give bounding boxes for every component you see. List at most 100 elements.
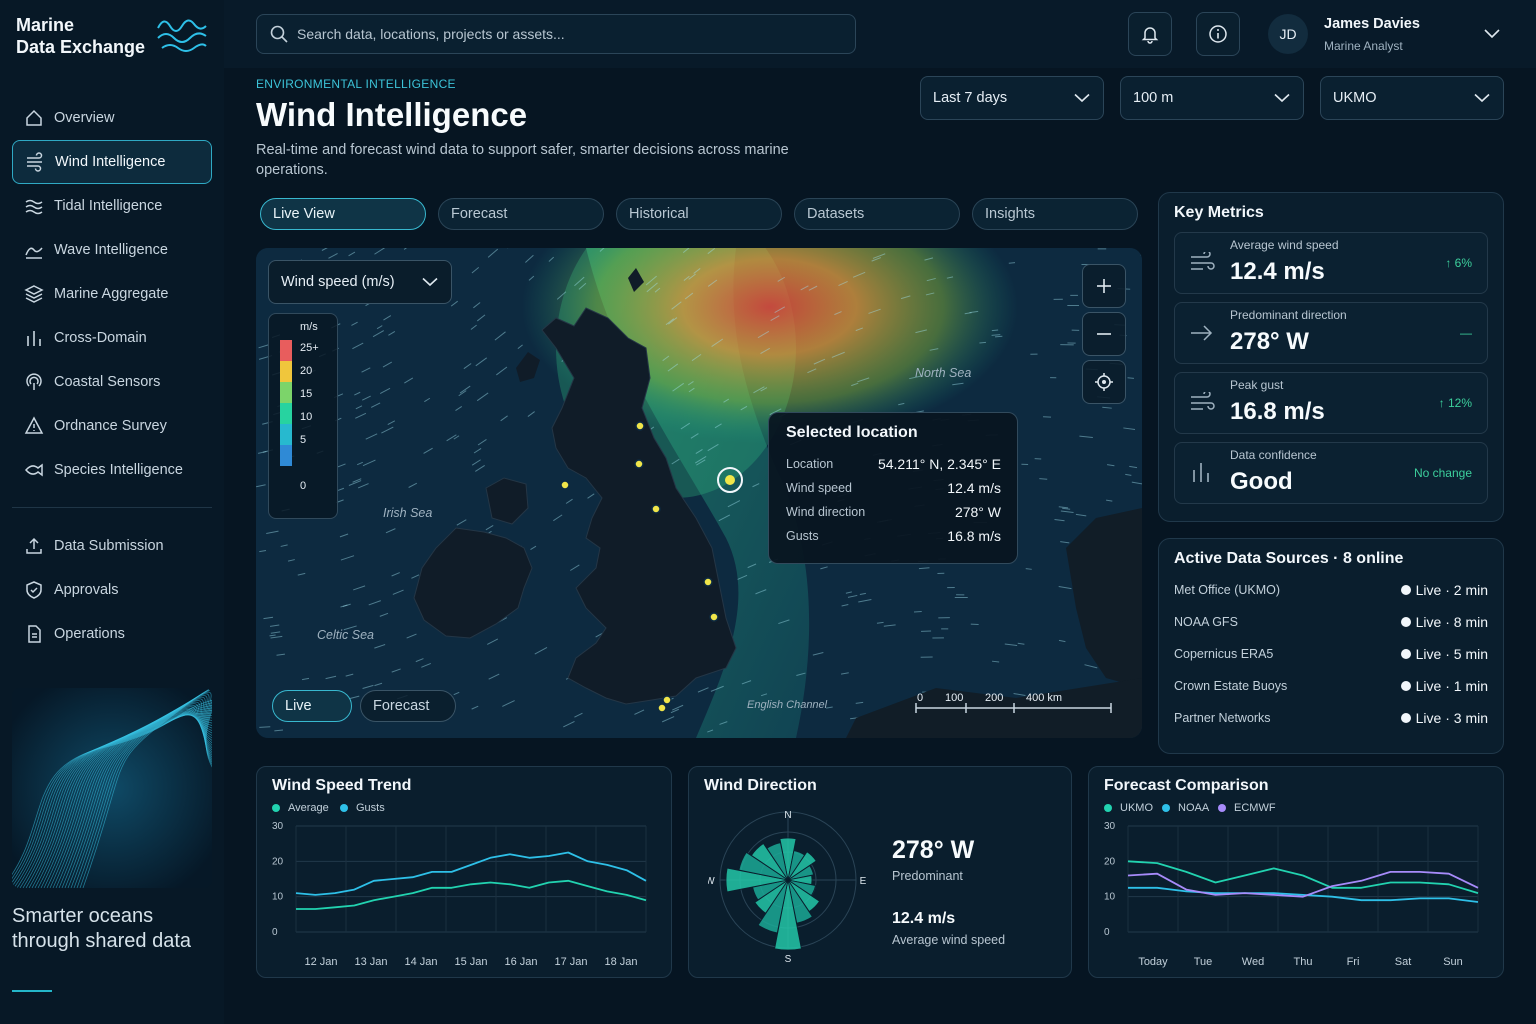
- search-input[interactable]: [297, 26, 837, 42]
- sidebar-item-cross-domain[interactable]: Cross-Domain: [12, 316, 212, 360]
- locate-button[interactable]: [1082, 360, 1126, 404]
- source-name[interactable]: NOAA GFS: [1174, 615, 1238, 629]
- forecast-comparison-chart[interactable]: 0 10 20 30: [1088, 816, 1504, 946]
- legend-item-ecmwf: ECMWF: [1218, 802, 1276, 814]
- chart-title: Wind Direction: [704, 777, 817, 794]
- sidebar-item-wind-intelligence[interactable]: Wind Intelligence: [12, 140, 212, 184]
- y-tick-label: 10: [272, 892, 284, 903]
- source-select[interactable]: UKMO: [1320, 76, 1504, 120]
- tab-live-view[interactable]: Live View: [260, 198, 426, 230]
- data-sources-title: Active Data Sources · 8 online: [1174, 550, 1404, 567]
- arrow-right-icon: [1191, 325, 1213, 341]
- map-layer-select[interactable]: Wind speed (m/s): [268, 260, 452, 304]
- sidebar-item-approvals[interactable]: Approvals: [12, 568, 212, 612]
- compass-w: W: [708, 876, 715, 887]
- period-select-value: Last 7 days: [933, 90, 1008, 106]
- tooltip-key: Wind direction: [786, 505, 866, 519]
- y-tick-label: 30: [272, 821, 284, 832]
- height-select-value: 100 m: [1133, 90, 1174, 106]
- chart-title: Wind Speed Trend: [272, 777, 412, 794]
- sidebar-item-coastal-sensors[interactable]: Coastal Sensors: [12, 360, 212, 404]
- warning-icon: [24, 416, 44, 434]
- status-dot: [1400, 585, 1411, 595]
- sidebar-item-label: Tidal Intelligence: [54, 198, 163, 214]
- map-mode-live[interactable]: Live: [272, 690, 352, 722]
- brand-name[interactable]: Marine Data Exchange: [16, 14, 145, 58]
- legend-color-scale: [280, 340, 292, 466]
- layers-icon: [24, 285, 44, 303]
- tab-insights[interactable]: Insights: [972, 198, 1138, 230]
- x-tick-label: Sun: [1443, 956, 1463, 968]
- status-dot: [1400, 713, 1411, 723]
- period-select[interactable]: Last 7 days: [920, 76, 1104, 120]
- info-button[interactable]: [1196, 12, 1240, 56]
- sidebar-item-species-intelligence[interactable]: Species Intelligence: [12, 448, 212, 492]
- legend-item-average: Average: [272, 802, 329, 814]
- height-select[interactable]: 100 m: [1120, 76, 1304, 120]
- source-status-text: Live · 3 min: [1415, 710, 1488, 726]
- chevron-down-icon: [1074, 93, 1090, 103]
- ocean-wave-image: [12, 688, 212, 888]
- chart-title: Forecast Comparison: [1104, 777, 1269, 794]
- predominant-direction-label: Predominant: [892, 869, 963, 883]
- page-subtitle: Real-time and forecast wind data to supp…: [256, 142, 789, 178]
- metric-label: Average wind speed: [1230, 238, 1339, 252]
- antenna-icon: [26, 373, 42, 390]
- home-icon: [26, 109, 42, 126]
- sidebar-item-marine-aggregate[interactable]: Marine Aggregate: [12, 272, 212, 316]
- bar-chart-icon: [27, 331, 41, 346]
- notifications-button[interactable]: [1128, 12, 1172, 56]
- sidebar-item-tidal-intelligence[interactable]: Tidal Intelligence: [12, 184, 212, 228]
- sidebar-item-label: Ordnance Survey: [54, 418, 167, 434]
- plus-icon: [1097, 279, 1111, 293]
- sidebar-item-data-submission[interactable]: Data Submission: [12, 524, 212, 568]
- zoom-in-button[interactable]: [1082, 264, 1126, 308]
- search-bar[interactable]: [256, 14, 856, 54]
- wind-speed-trend-chart[interactable]: 0 10 20 30: [256, 816, 672, 946]
- sidebar-item-wave-intelligence[interactable]: Wave Intelligence: [12, 228, 212, 272]
- wave-icon: [25, 247, 43, 259]
- sidebar-item-operations[interactable]: Operations: [12, 612, 212, 656]
- chevron-down-icon: [422, 277, 438, 287]
- minus-icon: [1097, 333, 1111, 335]
- compass-n: N: [784, 810, 791, 821]
- map-mode-forecast[interactable]: Forecast: [360, 690, 456, 722]
- source-status-text: Live · 5 min: [1415, 646, 1488, 662]
- sensor-marker: [634, 459, 644, 469]
- source-status: Live · 2 min: [1400, 582, 1488, 598]
- wind-rose-chart[interactable]: N E S W: [708, 806, 868, 966]
- source-status: Live · 1 min: [1400, 678, 1488, 694]
- avatar[interactable]: JD: [1268, 14, 1308, 54]
- predominant-direction-value: 278° W: [892, 836, 975, 864]
- sidebar-item-ordnance-survey[interactable]: Ordnance Survey: [12, 404, 212, 448]
- metric-value: 16.8 m/s: [1230, 398, 1325, 425]
- tab-historical[interactable]: Historical: [616, 198, 782, 230]
- source-status-text: Live · 1 min: [1415, 678, 1488, 694]
- source-name[interactable]: Copernicus ERA5: [1174, 647, 1273, 661]
- tab-datasets[interactable]: Datasets: [794, 198, 960, 230]
- source-name[interactable]: Partner Networks: [1174, 711, 1271, 725]
- metric-delta: ↑ 6%: [1445, 256, 1472, 270]
- sensor-marker: [651, 504, 661, 514]
- x-tick-label: Fri: [1346, 956, 1360, 968]
- y-tick-label: 0: [272, 927, 278, 938]
- sidebar-item-label: Operations: [54, 626, 125, 642]
- metric-delta: ↑ 12%: [1438, 396, 1472, 410]
- average-speed-label: Average wind speed: [892, 933, 1006, 947]
- source-name[interactable]: Met Office (UKMO): [1174, 583, 1280, 597]
- scale-label: 100: [945, 692, 964, 704]
- sidebar-item-label: Wind Intelligence: [55, 154, 166, 170]
- source-name[interactable]: Crown Estate Buoys: [1174, 679, 1287, 693]
- metric-label: Predominant direction: [1230, 308, 1347, 322]
- tooltip-value: 278° W: [954, 504, 1001, 520]
- sidebar-item-overview[interactable]: Overview: [12, 96, 212, 140]
- tooltip-key: Location: [786, 457, 834, 471]
- metric-label: Data confidence: [1230, 448, 1317, 462]
- zoom-out-button[interactable]: [1082, 312, 1126, 356]
- sidebar-item-label: Overview: [54, 110, 115, 126]
- sidebar-item-label: Coastal Sensors: [54, 374, 161, 390]
- series-line-ukmo: [1127, 860, 1479, 894]
- chevron-down-icon[interactable]: [1482, 28, 1502, 40]
- average-speed-value: 12.4 m/s: [892, 910, 956, 927]
- tab-forecast[interactable]: Forecast: [438, 198, 604, 230]
